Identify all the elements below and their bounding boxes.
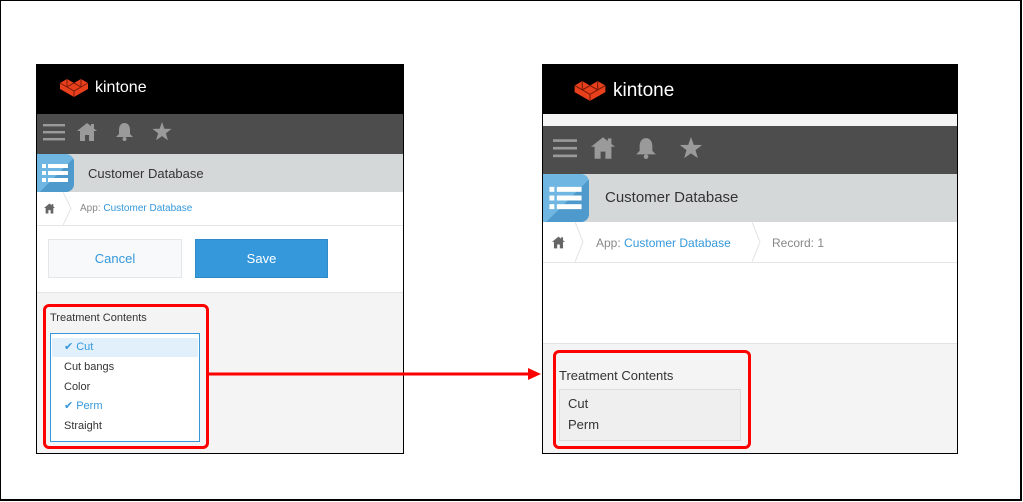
header-bar: kintone [543, 65, 957, 114]
value-cut: Cut [568, 396, 589, 411]
home-icon[interactable] [591, 136, 615, 164]
field-label: Treatment Contents [50, 312, 147, 324]
breadcrumb-separator [63, 192, 72, 225]
option-color[interactable]: Color [52, 378, 198, 397]
app-title-bar: Customer Database [37, 154, 403, 192]
value-perm: Perm [568, 417, 600, 432]
home-icon[interactable] [77, 122, 97, 146]
bell-icon[interactable] [115, 122, 134, 146]
breadcrumb-home-icon[interactable] [41, 192, 57, 226]
app-list-icon[interactable] [37, 154, 74, 192]
breadcrumb-app-prefix: App: [80, 203, 104, 214]
kintone-logo[interactable]: kintone [573, 80, 674, 102]
option-cut-bangs[interactable]: Cut bangs [52, 358, 198, 377]
breadcrumb-separator [752, 222, 761, 262]
cancel-button[interactable]: Cancel [48, 239, 182, 278]
save-button[interactable]: Save [195, 239, 328, 278]
brand-name: kintone [613, 80, 675, 101]
breadcrumb-app: App: Customer Database [596, 236, 731, 250]
breadcrumb-separator [575, 222, 584, 262]
header-bar: kintone [37, 65, 403, 114]
menu-icon[interactable] [43, 123, 65, 146]
brand-name: kintone [95, 79, 147, 96]
edit-screen: kintone Customer Database App: Customer … [36, 64, 404, 454]
app-title-bar: Customer Database [543, 174, 957, 222]
kintone-logo-icon [574, 81, 606, 101]
record-screen: kintone Customer Database App: Customer … [542, 64, 958, 454]
check-icon: ✔ [64, 400, 74, 412]
field-value: Cut Perm [559, 389, 741, 441]
nav-bar [543, 126, 957, 174]
menu-icon[interactable] [553, 136, 577, 165]
breadcrumb-app-link[interactable]: Customer Database [103, 203, 192, 214]
app-title: Customer Database [605, 189, 739, 206]
bell-icon[interactable] [635, 137, 657, 164]
check-icon: ✔ [64, 341, 74, 353]
option-perm[interactable]: ✔ Perm [52, 397, 198, 416]
breadcrumb: App: Customer Database Record: 1 [543, 222, 957, 263]
breadcrumb-home-icon[interactable] [550, 222, 566, 263]
breadcrumb-app-link[interactable]: Customer Database [624, 236, 731, 250]
kintone-logo-icon [59, 79, 89, 97]
option-straight[interactable]: Straight [52, 417, 198, 436]
kintone-logo[interactable]: kintone [59, 78, 147, 98]
field-label: Treatment Contents [559, 368, 674, 383]
breadcrumb-app-prefix: App: [596, 236, 625, 250]
action-area: Cancel Save [37, 226, 403, 293]
app-list-icon[interactable] [543, 174, 589, 222]
treatment-multiselect[interactable]: ✔ Cut Cut bangs Color ✔ Perm Straight [50, 333, 200, 442]
breadcrumb: App: Customer Database [37, 192, 403, 226]
star-icon[interactable] [152, 122, 172, 146]
app-title: Customer Database [88, 166, 204, 181]
star-icon[interactable] [679, 136, 703, 164]
breadcrumb-app: App: Customer Database [80, 203, 192, 214]
option-cut[interactable]: ✔ Cut [52, 338, 198, 357]
content-area [543, 263, 957, 344]
breadcrumb-record: Record: 1 [772, 236, 825, 250]
nav-bar [37, 114, 403, 154]
